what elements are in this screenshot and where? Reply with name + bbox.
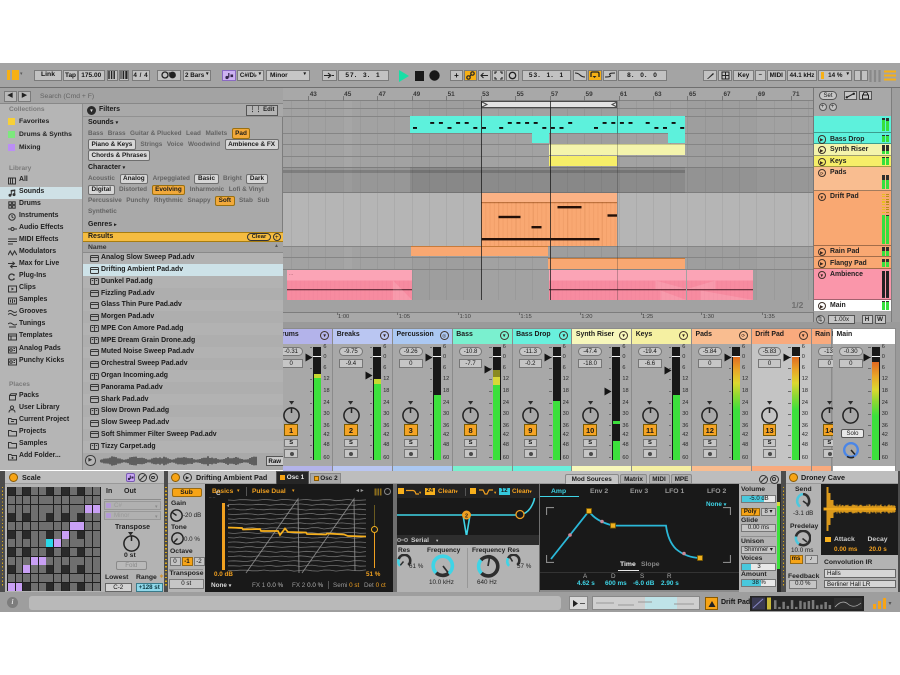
svg-text:2: 2: [464, 513, 467, 519]
